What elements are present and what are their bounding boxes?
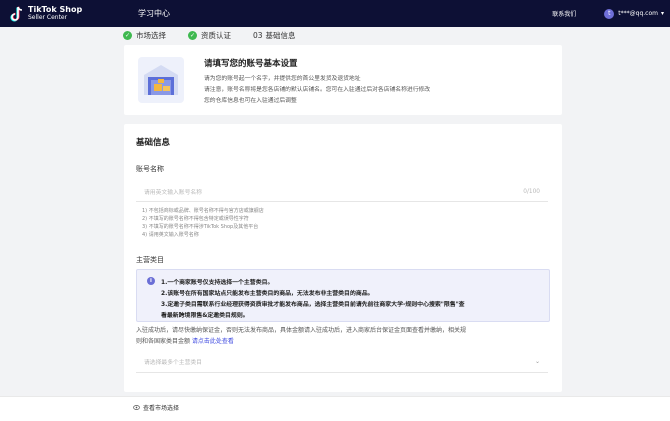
logo-text-secondary: Seller Center [28,13,68,21]
step-basic-info: 03 基础信息 [253,30,296,41]
notice-line: 2.该账号在所有国家站点只能发布主营类目的商品，无法发布非主营类目的商品。 [161,291,374,297]
avatar[interactable]: t [604,8,615,19]
step-market-selection: ✓ 市场选择 [123,30,166,41]
account-name-label: 账号名称 [136,165,164,173]
info-icon: i [147,277,155,285]
eye-icon [133,405,140,410]
step-number: 03 [253,30,263,40]
account-email[interactable]: t***@qq.com [618,10,658,17]
logo-text-primary: TikTok Shop [28,4,83,14]
notice-line: 看最新跨境限售&定邀类目规则。 [161,313,249,319]
deposit-description-prefix: 则和各国家类目金额 [136,338,192,345]
step-qualification: ✓ 资质认证 [188,30,231,41]
intro-title: 请填写您的账号基本设置 [204,59,298,69]
view-deposit-rules-link[interactable]: 请点击此处查看 [192,338,234,345]
onboarding-steps: ✓ 市场选择 ✓ 资质认证 03 基础信息 [123,27,318,43]
view-market-selection-link[interactable]: 查看市场选择 [143,403,179,412]
intro-card: 请填写您的账号基本设置 请为您的账号起一个名字，并提供您的首公里发货及退货地址 … [124,45,562,115]
check-circle-icon: ✓ [123,30,132,40]
deposit-description-line2: 则和各国家类目金额 请点击此处查看 [136,336,234,345]
main-category-label: 主营类目 [136,256,164,264]
bottom-bar: 查看市场选择 [0,396,670,421]
chevron-down-icon[interactable]: ▾ [661,10,664,17]
step-label: 基础信息 [265,30,296,40]
warehouse-illustration-icon [138,57,184,103]
deposit-description: 入驻成功后，请尽快缴纳保证金，否则无法发布商品，具体金额请入驻成功后，进入商家后… [136,327,467,334]
intro-description-line: 请注意，账号名称将是您各店铺的默认店铺名。您可在入驻通过后对各店铺名称进行修改 [204,87,431,93]
top-navigation-bar: TikTok Shop Seller Center 学习中心 联系我们 t t*… [0,0,670,27]
naming-rule: 1) 不包括商标或品牌、账号名称不得与官方店或旗舰店 [142,208,264,214]
check-circle-icon: ✓ [188,30,197,40]
intro-description-line: 请为您的账号起一个名字，并提供您的首公里发货及退货地址 [204,76,361,82]
section-title: 基础信息 [136,138,171,148]
naming-rule: 2) 不填写的账号名称不得包含特定或误导性字符 [142,216,249,222]
character-counter: 0/100 [523,188,540,195]
tiktok-logo-icon [10,6,23,21]
contact-us-link[interactable]: 联系我们 [552,9,576,18]
nav-learning-center[interactable]: 学习中心 [138,8,170,19]
notice-line: 3.定邀子类目需联系行业经理获得资质审批才能发布商品，选择主营类目前请先前往商家… [161,302,465,308]
main-category-select[interactable]: 请选择最多个主营类目 ⌄ [136,351,548,373]
tiktok-shop-logo[interactable]: TikTok Shop Seller Center [10,4,128,22]
notice-line: 1.一个商家账号仅支持选择一个主营类目。 [161,280,274,286]
step-label: 市场选择 [136,30,166,40]
naming-rule: 3) 不填写的账号名称不得涉TikTok Shop及其他平台 [142,224,259,230]
naming-rule: 4) 请用英文输入账号名称 [142,232,199,238]
chevron-down-icon: ⌄ [534,358,540,365]
step-label: 资质认证 [201,30,231,40]
category-notice: i 1.一个商家账号仅支持选择一个主营类目。 2.该账号在所有国家站点只能发布主… [136,269,550,322]
intro-description-line: 您的仓库信息也可在入驻通过后调整 [204,98,297,104]
category-placeholder: 请选择最多个主营类目 [144,360,202,366]
account-name-placeholder: 请用英文输入账号名称 [144,190,202,196]
account-name-input[interactable]: 请用英文输入账号名称 0/100 [136,182,548,202]
basic-info-card: 基础信息 账号名称 请用英文输入账号名称 0/100 1) 不包括商标或品牌、账… [124,124,562,392]
